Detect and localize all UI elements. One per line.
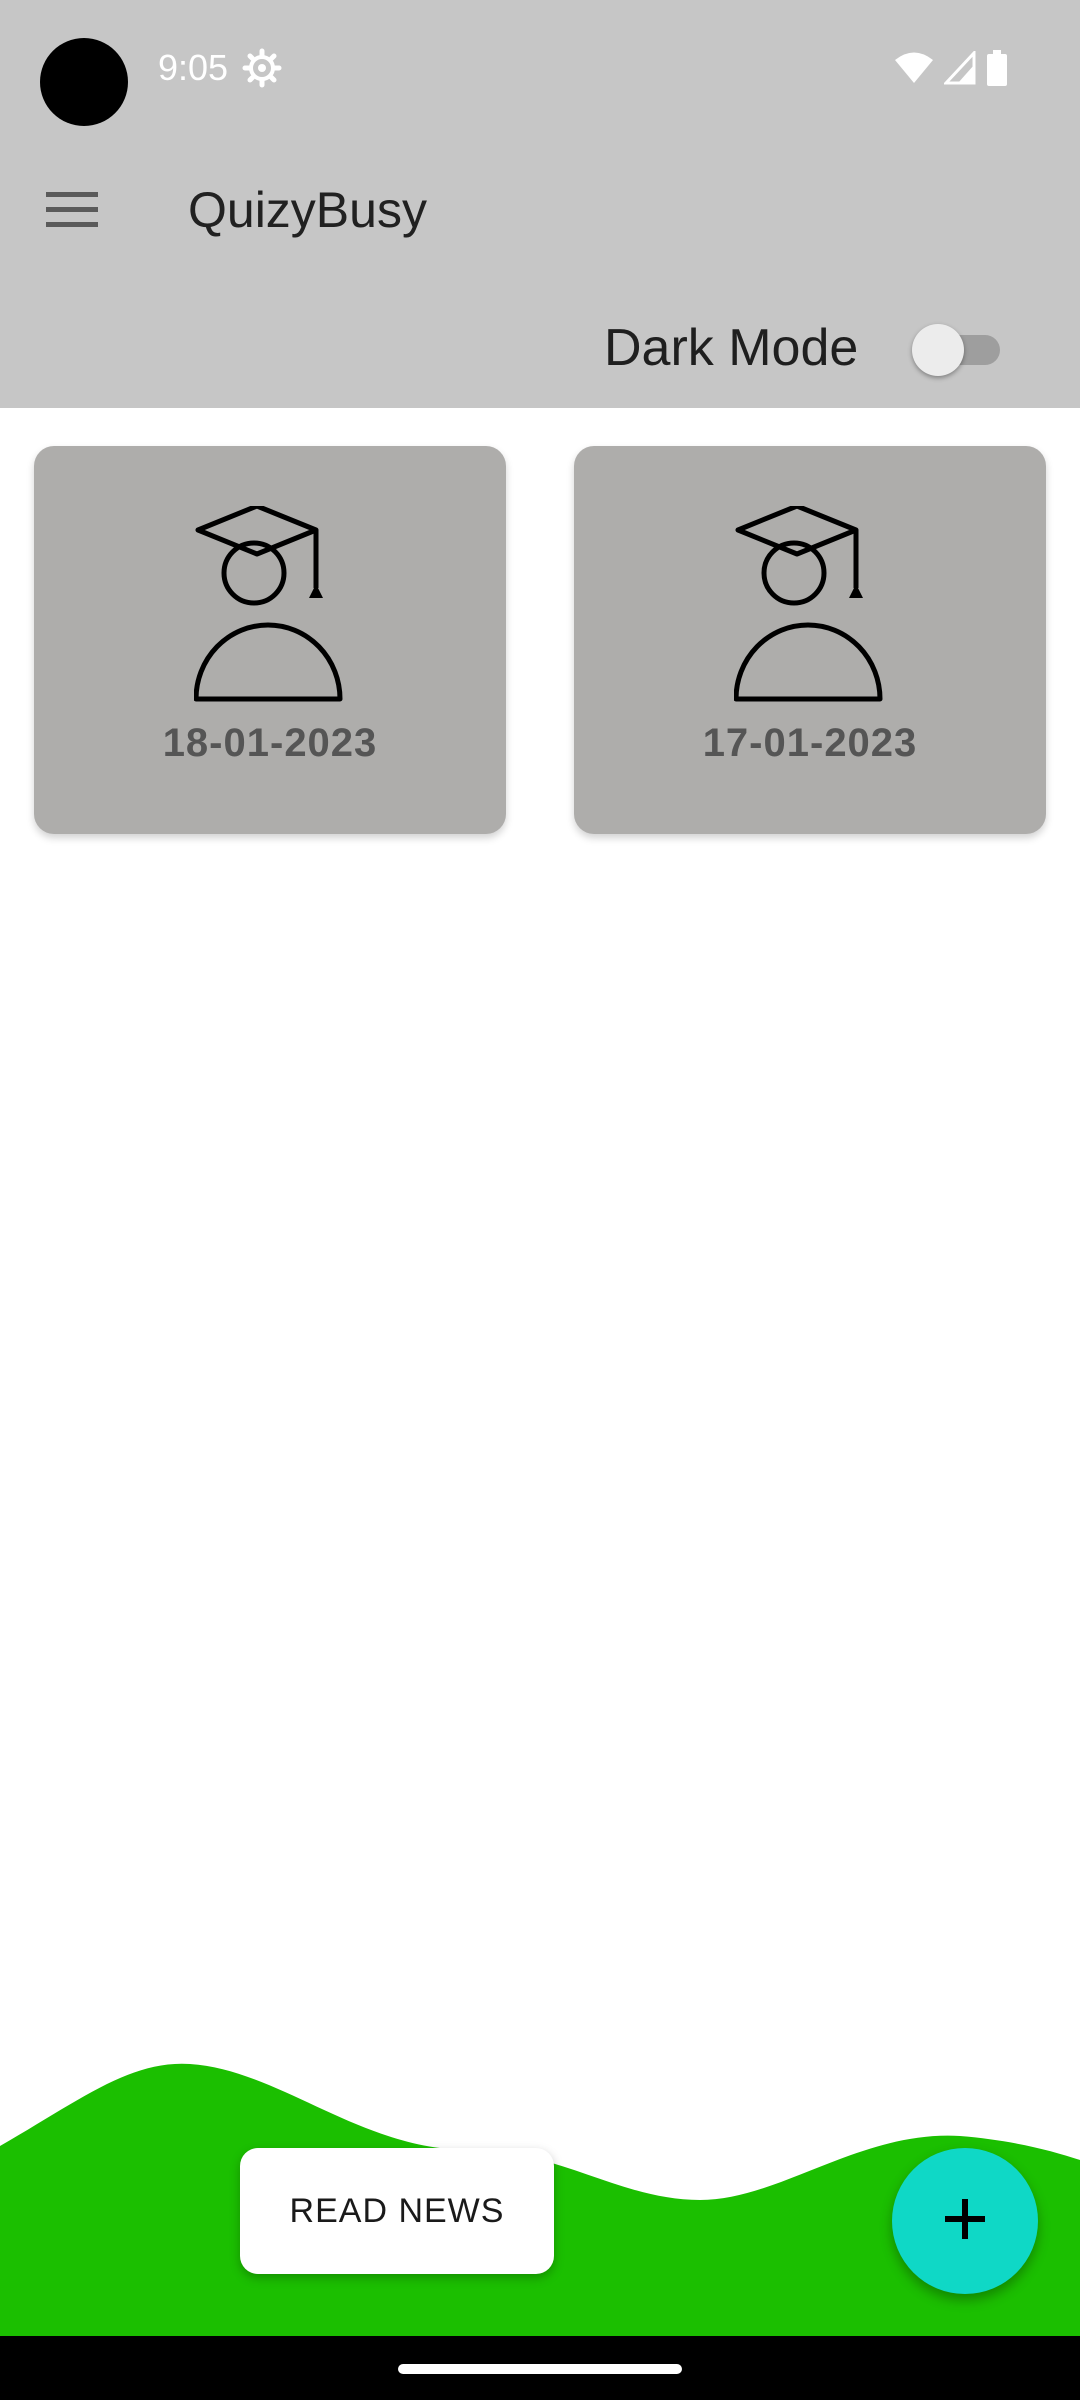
settings-icon	[242, 48, 282, 88]
hamburger-menu-icon[interactable]	[32, 170, 112, 250]
app-title: QuizyBusy	[188, 182, 427, 238]
dark-mode-label: Dark Mode	[604, 319, 859, 377]
status-bar: 9:05	[0, 0, 1080, 140]
dark-mode-toggle[interactable]	[912, 318, 1002, 378]
quiz-date: 18-01-2023	[162, 721, 378, 765]
app-header: 9:05 QuizyBusy Dark Mode	[0, 0, 1080, 408]
camera-cutout	[40, 38, 128, 126]
wifi-icon	[894, 51, 934, 85]
add-quiz-button[interactable]	[892, 2148, 1038, 2294]
quiz-card[interactable]: 18-01-2023	[34, 446, 506, 834]
plus-icon	[943, 2197, 987, 2246]
toggle-thumb	[912, 324, 964, 376]
student-graduate-icon	[193, 503, 344, 706]
quiz-card[interactable]: 17-01-2023	[574, 446, 1046, 834]
quiz-date: 17-01-2023	[702, 721, 918, 765]
home-gesture-handle[interactable]	[398, 2364, 682, 2374]
status-time: 9:05	[158, 47, 229, 88]
student-graduate-icon	[733, 503, 884, 706]
cell-signal-icon	[944, 51, 976, 85]
status-icons	[894, 50, 1008, 86]
battery-icon	[986, 50, 1008, 86]
read-news-button[interactable]: READ NEWS	[240, 2148, 554, 2274]
